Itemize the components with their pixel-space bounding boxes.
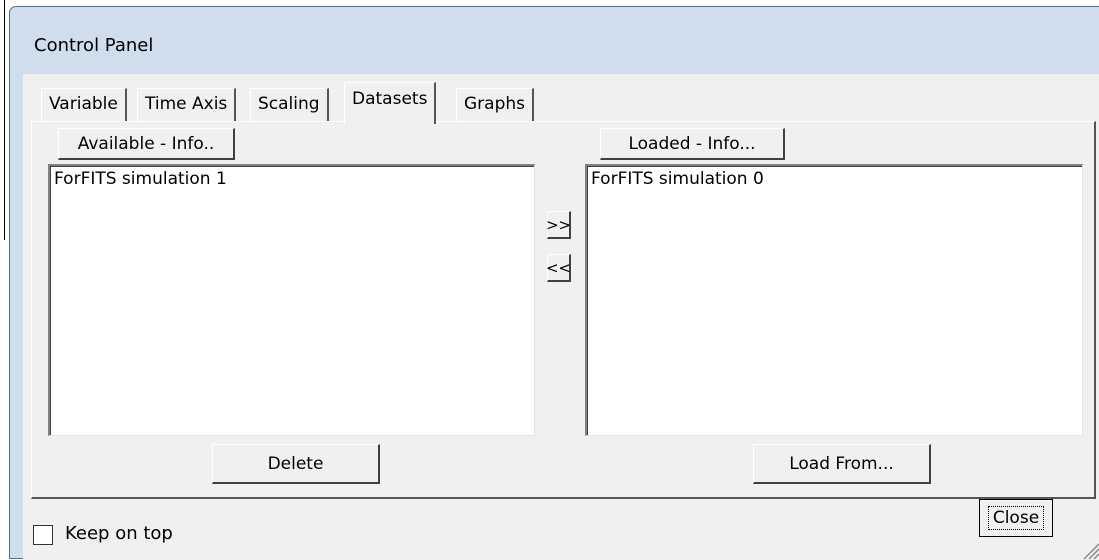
close-button-label: Close — [987, 506, 1045, 530]
keep-on-top-checkbox[interactable] — [33, 525, 53, 545]
datasets-panel: Available - Info.. ForFITS simulation 1 … — [31, 121, 1096, 499]
window-client-area: Variable Time Axis Scaling Datasets Grap… — [23, 74, 1099, 560]
list-item[interactable]: ForFITS simulation 0 — [591, 168, 1078, 190]
keep-on-top-label[interactable]: Keep on top — [65, 523, 173, 544]
close-button[interactable]: Close — [979, 499, 1053, 537]
available-info-button[interactable]: Available - Info.. — [58, 128, 235, 160]
tab-variable[interactable]: Variable — [41, 88, 127, 121]
list-item[interactable]: ForFITS simulation 1 — [54, 168, 530, 190]
window-title: Control Panel — [34, 35, 154, 56]
delete-button[interactable]: Delete — [212, 444, 380, 484]
available-datasets-list[interactable]: ForFITS simulation 1 — [48, 164, 535, 436]
loaded-datasets-list[interactable]: ForFITS simulation 0 — [585, 164, 1083, 436]
remove-dataset-button[interactable]: << — [546, 254, 571, 282]
tab-graphs[interactable]: Graphs — [456, 88, 535, 121]
tab-strip: Variable Time Axis Scaling Datasets Grap… — [23, 74, 1099, 124]
load-from-button[interactable]: Load From... — [753, 444, 931, 484]
add-dataset-button[interactable]: >> — [546, 211, 571, 239]
tab-datasets[interactable]: Datasets — [344, 82, 437, 124]
control-panel-window: Control Panel Variable Time Axis Scaling… — [9, 6, 1099, 560]
tab-time-axis[interactable]: Time Axis — [137, 88, 237, 121]
loaded-info-button[interactable]: Loaded - Info... — [600, 128, 785, 160]
background-edge — [4, 0, 5, 240]
tab-scaling[interactable]: Scaling — [250, 88, 329, 121]
title-bar[interactable]: Control Panel — [10, 7, 1099, 73]
resize-grip-icon[interactable] — [1078, 538, 1099, 560]
footer: Keep on top Close — [23, 499, 1099, 560]
